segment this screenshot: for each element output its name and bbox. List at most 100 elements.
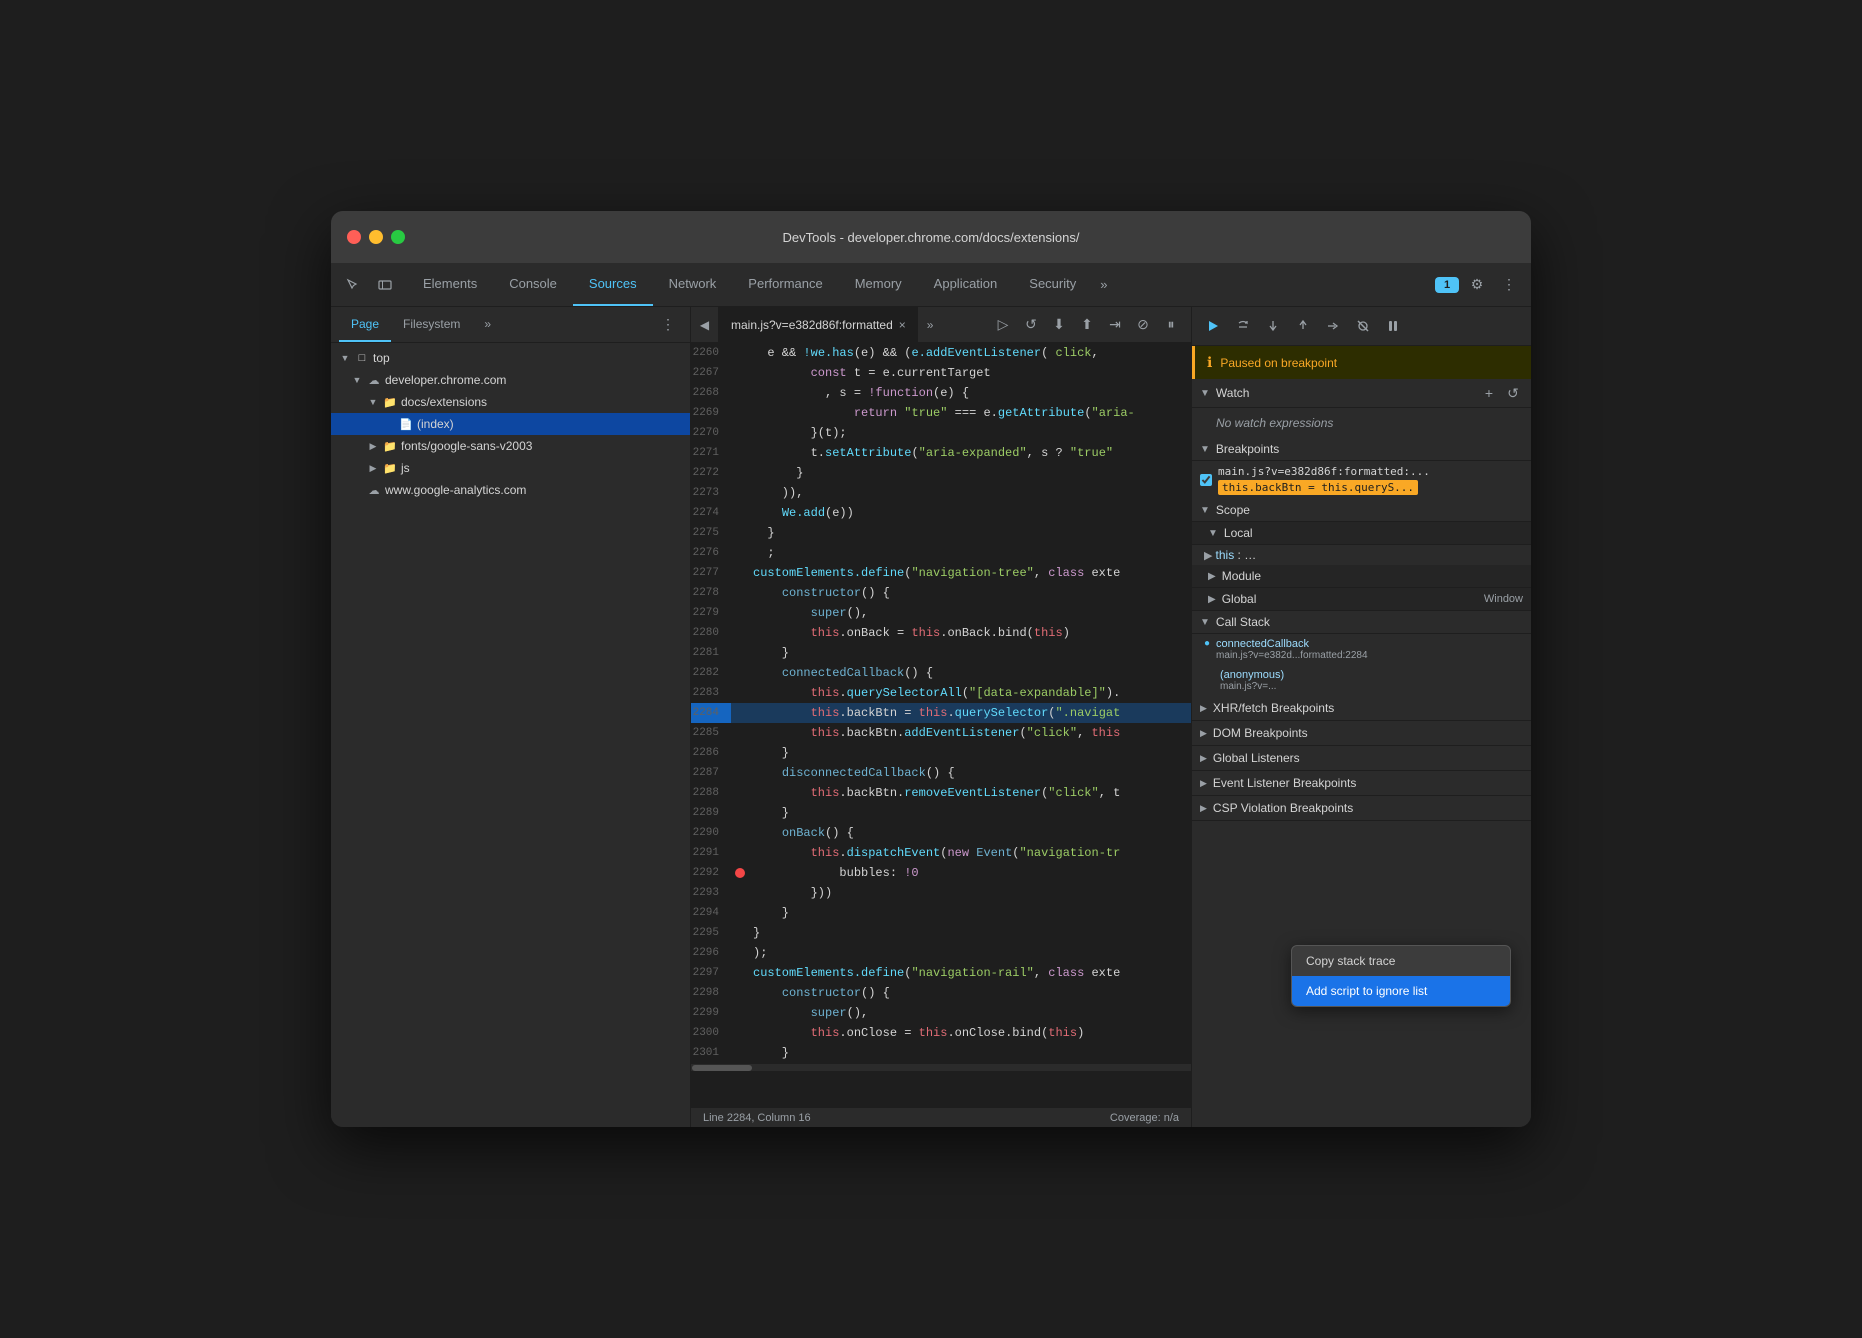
- code-line-2301: 2301 }: [691, 1043, 1191, 1063]
- breakpoint-item-1[interactable]: main.js?v=e382d86f:formatted:... this.ba…: [1192, 461, 1531, 499]
- code-line-2287: 2287 disconnectedCallback() {: [691, 763, 1191, 783]
- nav-tabs-overflow[interactable]: »: [1092, 277, 1115, 292]
- code-line-2292: 2292 bubbles: !0: [691, 863, 1191, 883]
- right-panel-sections: ▼ Watch + ↺ No watch expressions ▼ Break…: [1192, 379, 1531, 1127]
- more-options-button[interactable]: ⋮: [1495, 271, 1523, 299]
- editor-tab-prev[interactable]: ◀: [691, 307, 719, 342]
- tree-item-top[interactable]: ▼ □ top: [331, 347, 690, 369]
- sidebar-tab-page[interactable]: Page: [339, 307, 391, 342]
- breakpoint-checkbox-1[interactable]: [1200, 474, 1212, 486]
- run-button[interactable]: ▷: [991, 313, 1015, 337]
- tree-item-docs[interactable]: ▼ 📁 docs/extensions: [331, 391, 690, 413]
- breakpoint-detail-1: main.js?v=e382d86f:formatted:... this.ba…: [1218, 465, 1430, 495]
- watch-title: Watch: [1216, 386, 1479, 400]
- tree-item-chrome[interactable]: ▼ ☁ developer.chrome.com: [331, 369, 690, 391]
- tab-application[interactable]: Application: [918, 263, 1014, 306]
- minimize-button[interactable]: [369, 230, 383, 244]
- callstack-item-2[interactable]: (anonymous) main.js?v=...: [1192, 665, 1531, 696]
- tree-item-index[interactable]: 📄 (index): [331, 413, 690, 435]
- breakpoints-section-header[interactable]: ▼ Breakpoints: [1192, 438, 1531, 461]
- editor-tab-overflow[interactable]: »: [919, 318, 942, 332]
- watch-refresh-button[interactable]: ↺: [1503, 383, 1523, 403]
- debug-step-over-button[interactable]: [1230, 313, 1256, 339]
- tree-arrow-top: ▼: [339, 352, 351, 364]
- tree-arrow-docs: ▼: [367, 396, 379, 408]
- debug-step-into-button[interactable]: [1260, 313, 1286, 339]
- event-listener-bp-header[interactable]: ▶ Event Listener Breakpoints: [1192, 771, 1531, 796]
- csp-violations-header[interactable]: ▶ CSP Violation Breakpoints: [1192, 796, 1531, 821]
- folder-icon-fonts: 📁: [383, 439, 397, 453]
- pause-exceptions-button[interactable]: ⏸: [1159, 313, 1183, 337]
- nav-tabs: Elements Console Sources Network Perform…: [407, 263, 1435, 306]
- editor-tab-close[interactable]: ×: [899, 318, 906, 332]
- tab-security[interactable]: Security: [1013, 263, 1092, 306]
- code-line-2295: 2295 }: [691, 923, 1191, 943]
- sidebar-more-button[interactable]: ⋮: [654, 311, 682, 339]
- watch-add-button[interactable]: +: [1479, 383, 1499, 403]
- tree-item-analytics[interactable]: ☁ www.google-analytics.com: [331, 479, 690, 501]
- inspect-button[interactable]: [339, 271, 367, 299]
- main-content: Page Filesystem » ⋮ ▼ □ top ▼ ☁ develope…: [331, 307, 1531, 1127]
- sidebar: Page Filesystem » ⋮ ▼ □ top ▼ ☁ develope…: [331, 307, 691, 1127]
- tab-performance[interactable]: Performance: [732, 263, 838, 306]
- dom-breakpoints-header[interactable]: ▶ DOM Breakpoints: [1192, 721, 1531, 746]
- watch-empty: No watch expressions: [1192, 408, 1531, 438]
- step-back-button[interactable]: ↺: [1019, 313, 1043, 337]
- copy-stack-trace-menu-item[interactable]: Copy stack trace: [1292, 946, 1510, 976]
- code-line-2282: 2282 connectedCallback() {: [691, 663, 1191, 683]
- step-up-button[interactable]: ⬆: [1075, 313, 1099, 337]
- tab-sources[interactable]: Sources: [573, 263, 653, 306]
- global-listeners-header[interactable]: ▶ Global Listeners: [1192, 746, 1531, 771]
- callstack-section-header[interactable]: ▼ Call Stack: [1192, 611, 1531, 634]
- right-panel: ℹ Paused on breakpoint ▼ Watch + ↺ No wa…: [1191, 307, 1531, 1127]
- tab-network[interactable]: Network: [653, 263, 733, 306]
- scope-section-header[interactable]: ▼ Scope: [1192, 499, 1531, 522]
- code-line-2289: 2289 }: [691, 803, 1191, 823]
- tree-item-fonts[interactable]: ▶ 📁 fonts/google-sans-v2003: [331, 435, 690, 457]
- code-line-2299: 2299 super(),: [691, 1003, 1191, 1023]
- sidebar-tab-filesystem[interactable]: Filesystem: [391, 307, 472, 342]
- device-toggle-button[interactable]: [371, 271, 399, 299]
- code-line-2277: 2277 customElements.define("navigation-t…: [691, 563, 1191, 583]
- tree-label-top: top: [373, 351, 390, 365]
- scope-local-this[interactable]: ▶ this : …: [1192, 545, 1531, 565]
- tree-label-js: js: [401, 461, 410, 475]
- paused-icon: ℹ: [1207, 354, 1212, 371]
- sidebar-tab-overflow[interactable]: »: [472, 307, 503, 342]
- devtools-nav: Elements Console Sources Network Perform…: [331, 263, 1531, 307]
- tab-elements[interactable]: Elements: [407, 263, 493, 306]
- tab-memory[interactable]: Memory: [839, 263, 918, 306]
- debug-step-out-button[interactable]: [1290, 313, 1316, 339]
- step-down-button[interactable]: ⬇: [1047, 313, 1071, 337]
- code-line-2270: 2270 }(t);: [691, 423, 1191, 443]
- xhr-breakpoints-header[interactable]: ▶ XHR/fetch Breakpoints: [1192, 696, 1531, 721]
- nav-icons-left: [339, 271, 399, 299]
- settings-button[interactable]: ⚙: [1463, 271, 1491, 299]
- horizontal-scrollbar[interactable]: [691, 1063, 1191, 1071]
- code-line-2280: 2280 this.onBack = this.onBack.bind(this…: [691, 623, 1191, 643]
- editor-tabs: ◀ main.js?v=e382d86f:formatted × » ▷ ↺ ⬇…: [691, 307, 1191, 343]
- callstack-fn-2: (anonymous): [1220, 669, 1284, 681]
- step-next-button[interactable]: ⇥: [1103, 313, 1127, 337]
- scope-local-header[interactable]: ▼ Local: [1192, 522, 1531, 545]
- deactivate-button[interactable]: ⊘: [1131, 313, 1155, 337]
- scrollbar-thumb[interactable]: [692, 1065, 752, 1071]
- editor-tab-main[interactable]: main.js?v=e382d86f:formatted ×: [719, 307, 919, 342]
- code-area[interactable]: 2260 e && !we.has(e) && (e.addEventListe…: [691, 343, 1191, 1107]
- code-line-2285: 2285 this.backBtn.addEventListener("clic…: [691, 723, 1191, 743]
- tree-item-js[interactable]: ▶ 📁 js: [331, 457, 690, 479]
- deactivate-breakpoints-button[interactable]: [1350, 313, 1376, 339]
- scope-module-header[interactable]: ▶ Module: [1192, 565, 1531, 588]
- watch-section-header[interactable]: ▼ Watch + ↺: [1192, 379, 1531, 408]
- debug-toolbar: [1192, 307, 1531, 346]
- debug-step-button[interactable]: [1320, 313, 1346, 339]
- maximize-button[interactable]: [391, 230, 405, 244]
- close-button[interactable]: [347, 230, 361, 244]
- add-to-ignore-list-menu-item[interactable]: Add script to ignore list: [1292, 976, 1510, 1006]
- debug-resume-button[interactable]: [1200, 313, 1226, 339]
- scope-global-header[interactable]: ▶ Global Window: [1192, 588, 1531, 611]
- tab-console[interactable]: Console: [493, 263, 573, 306]
- code-line-2290: 2290 onBack() {: [691, 823, 1191, 843]
- callstack-item-1[interactable]: ● connectedCallback main.js?v=e382d...fo…: [1192, 634, 1531, 665]
- pause-exceptions-button[interactable]: [1380, 313, 1406, 339]
